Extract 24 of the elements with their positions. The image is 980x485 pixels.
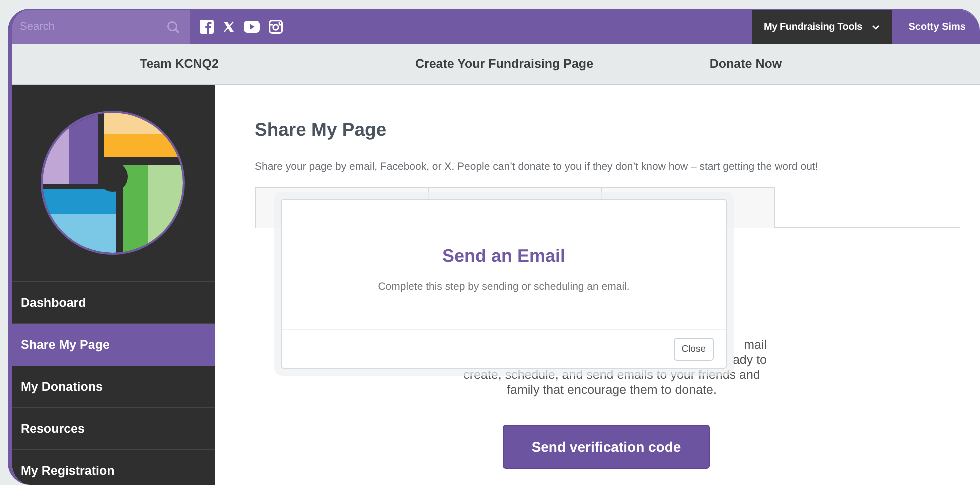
send-code-button[interactable]: Send verification code: [503, 425, 710, 469]
body-text: create, schedule, and send emails to your friends and: [464, 368, 760, 383]
page-description: Share your page by email, Facebook, or X. People can’t donate to you if they don’t know how – start getting the word out!: [255, 161, 820, 173]
nav-link[interactable]: Create Your Fundraising Page: [347, 57, 662, 71]
body-text: family that encourage them to donate.: [507, 383, 717, 398]
sidebar-item[interactable]: My Donations: [12, 366, 215, 408]
sidebar-item[interactable]: Share My Page: [12, 324, 215, 366]
nav-link[interactable]: Donate Now: [662, 57, 980, 71]
caret-icon: [872, 24, 880, 30]
play-button-icon[interactable]: [244, 21, 260, 33]
sidebar-item[interactable]: Resources: [12, 408, 215, 450]
body-text: mail: [744, 338, 767, 353]
page-title: Share My Page: [255, 119, 388, 141]
body-text: ady to: [732, 353, 767, 368]
camera-icon[interactable]: [269, 20, 283, 34]
x-icon[interactable]: [223, 21, 235, 33]
user-link[interactable]: Scotty Sims: [892, 10, 980, 44]
modal-message: Complete this step by sending or scheduling an email.: [377, 281, 631, 293]
tools-dropdown[interactable]: My Fundraising Tools: [752, 10, 892, 44]
sidebar-item[interactable]: My Registration: [12, 450, 215, 485]
modal-title: Send an Email: [441, 246, 567, 267]
close-button[interactable]: Close: [674, 338, 714, 360]
nav-link[interactable]: Team KCNQ2: [12, 57, 347, 71]
letter-f-icon[interactable]: [200, 20, 214, 34]
